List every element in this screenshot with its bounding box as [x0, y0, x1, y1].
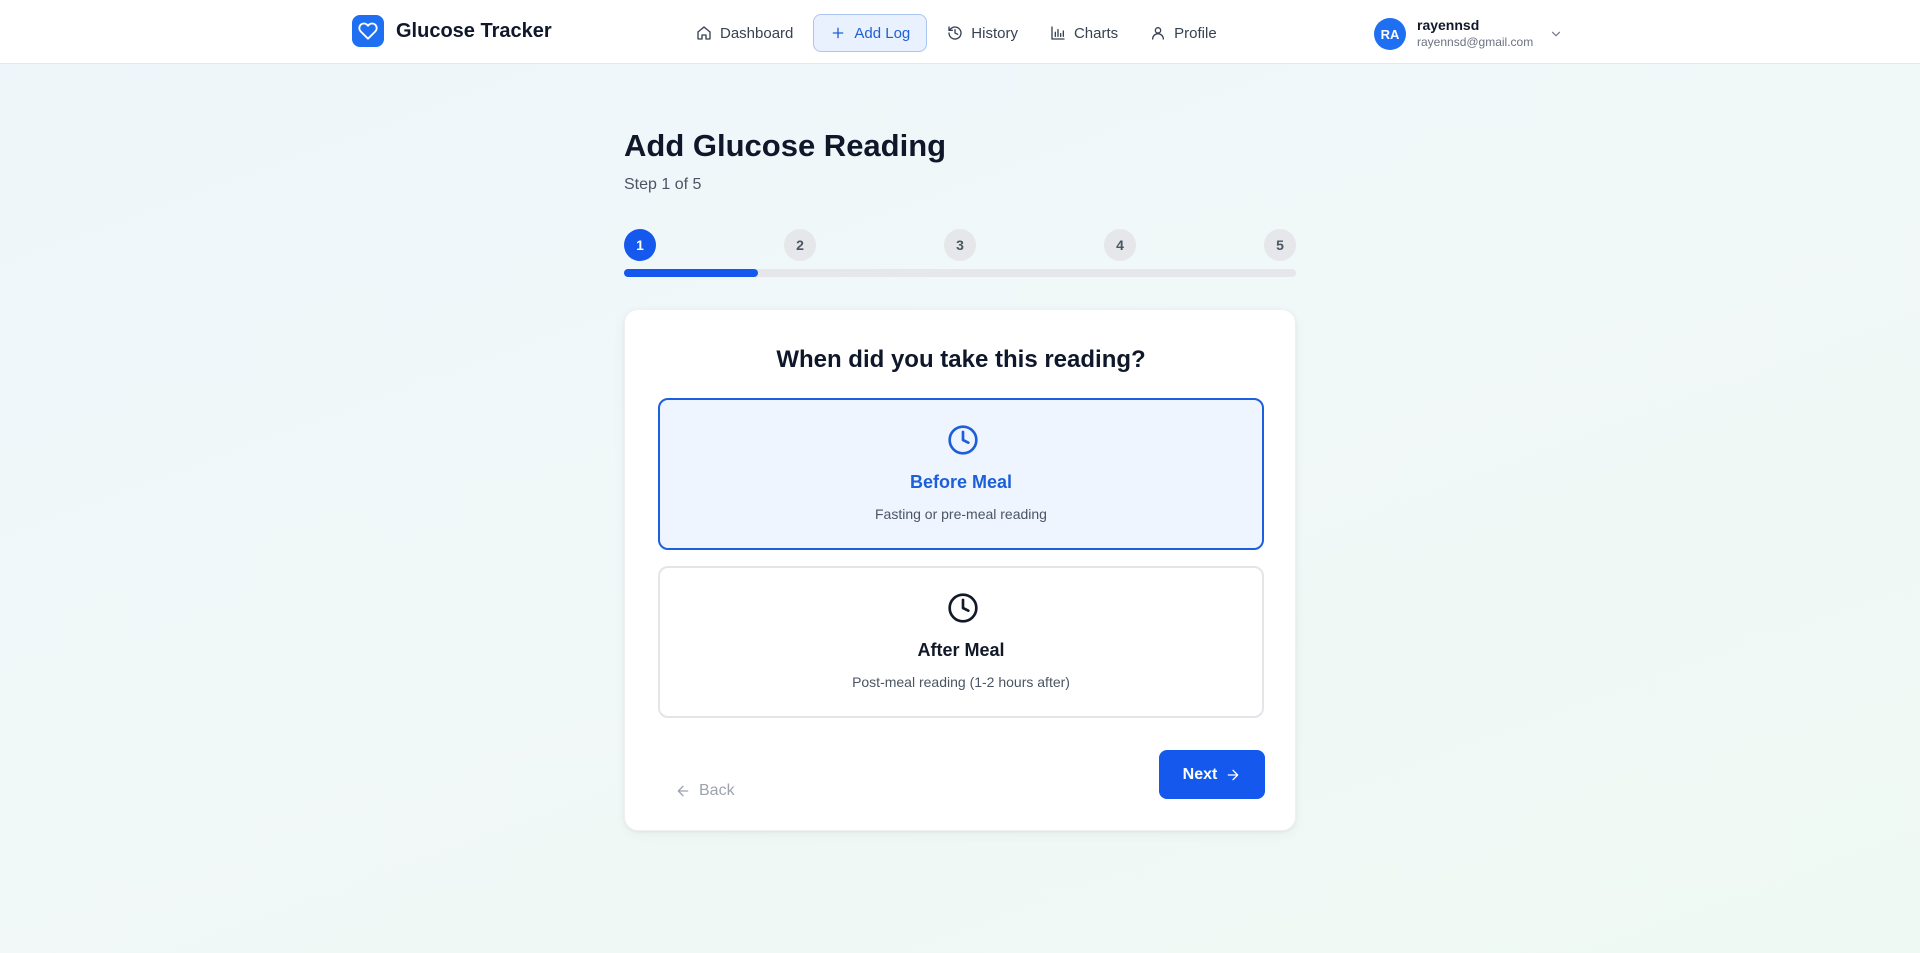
- option-title: Before Meal: [909, 472, 1013, 492]
- top-navigation-bar: Glucose Tracker Dashboard Add Log Histor…: [0, 0, 1920, 64]
- option-description: Post-meal reading (1-2 hours after): [852, 674, 1070, 690]
- question-title: When did you take this reading?: [776, 346, 1146, 373]
- arrow-right-icon: [1228, 769, 1239, 780]
- step-indicator-text: Step 1 of 5: [624, 176, 702, 193]
- step-3: 3: [944, 229, 976, 261]
- reading-time-card: When did you take this reading? Before M…: [624, 309, 1296, 831]
- app-name: Glucose Tracker: [396, 19, 552, 42]
- back-button-label: Back: [699, 782, 735, 799]
- back-button[interactable]: Back: [675, 776, 735, 806]
- nav-item-label: Profile: [1174, 24, 1217, 42]
- progress-bar-fill: [624, 269, 759, 277]
- option-title: After Meal: [917, 640, 1005, 660]
- nav-item-label: Add Log: [854, 24, 911, 42]
- chevron-down-icon[interactable]: [1549, 27, 1563, 41]
- page-title: Add Glucose Reading: [624, 128, 947, 163]
- bar-chart-icon: [1051, 26, 1065, 40]
- nav-item-charts[interactable]: Charts: [1038, 14, 1130, 52]
- nav-item-profile[interactable]: Profile: [1138, 14, 1229, 52]
- nav-item-dashboard[interactable]: Dashboard: [684, 14, 805, 52]
- home-icon: [697, 26, 711, 40]
- nav-item-label: Charts: [1073, 24, 1119, 42]
- nav-item-label: Dashboard: [720, 24, 794, 42]
- progress-bar: [624, 269, 1296, 277]
- user-info: rayennsd rayennsd@gmail.com: [1417, 17, 1533, 51]
- step-5: 5: [1264, 229, 1296, 261]
- stepper: 1 2 3 4 5: [624, 228, 1296, 278]
- user-icon: [1152, 27, 1165, 40]
- main-nav: Dashboard Add Log History Charts Profile: [684, 14, 1237, 52]
- user-menu[interactable]: RA rayennsd rayennsd@gmail.com: [1374, 17, 1563, 51]
- history-icon: [948, 26, 962, 40]
- brand[interactable]: Glucose Tracker: [352, 15, 552, 47]
- option-before-meal[interactable]: Before Meal Fasting or pre-meal reading: [658, 398, 1264, 550]
- clock-icon: [948, 593, 978, 623]
- plus-icon: [833, 27, 844, 39]
- option-description: Fasting or pre-meal reading: [875, 506, 1047, 522]
- nav-item-label: History: [971, 24, 1018, 42]
- next-button-label: Next: [1182, 765, 1218, 783]
- step-2: 2: [784, 229, 816, 261]
- step-1: 1: [624, 229, 656, 261]
- step-4: 4: [1104, 229, 1136, 261]
- heart-icon: [352, 15, 384, 47]
- avatar: RA: [1374, 18, 1406, 50]
- nav-item-add-log[interactable]: Add Log: [813, 14, 928, 52]
- arrow-left-icon: [677, 785, 689, 797]
- nav-item-history[interactable]: History: [935, 14, 1030, 52]
- option-after-meal[interactable]: After Meal Post-meal reading (1-2 hours …: [658, 566, 1264, 718]
- user-name: rayennsd: [1417, 17, 1480, 33]
- user-email: rayennsd@gmail.com: [1417, 35, 1534, 49]
- next-button[interactable]: Next: [1159, 750, 1265, 799]
- clock-icon: [948, 425, 978, 455]
